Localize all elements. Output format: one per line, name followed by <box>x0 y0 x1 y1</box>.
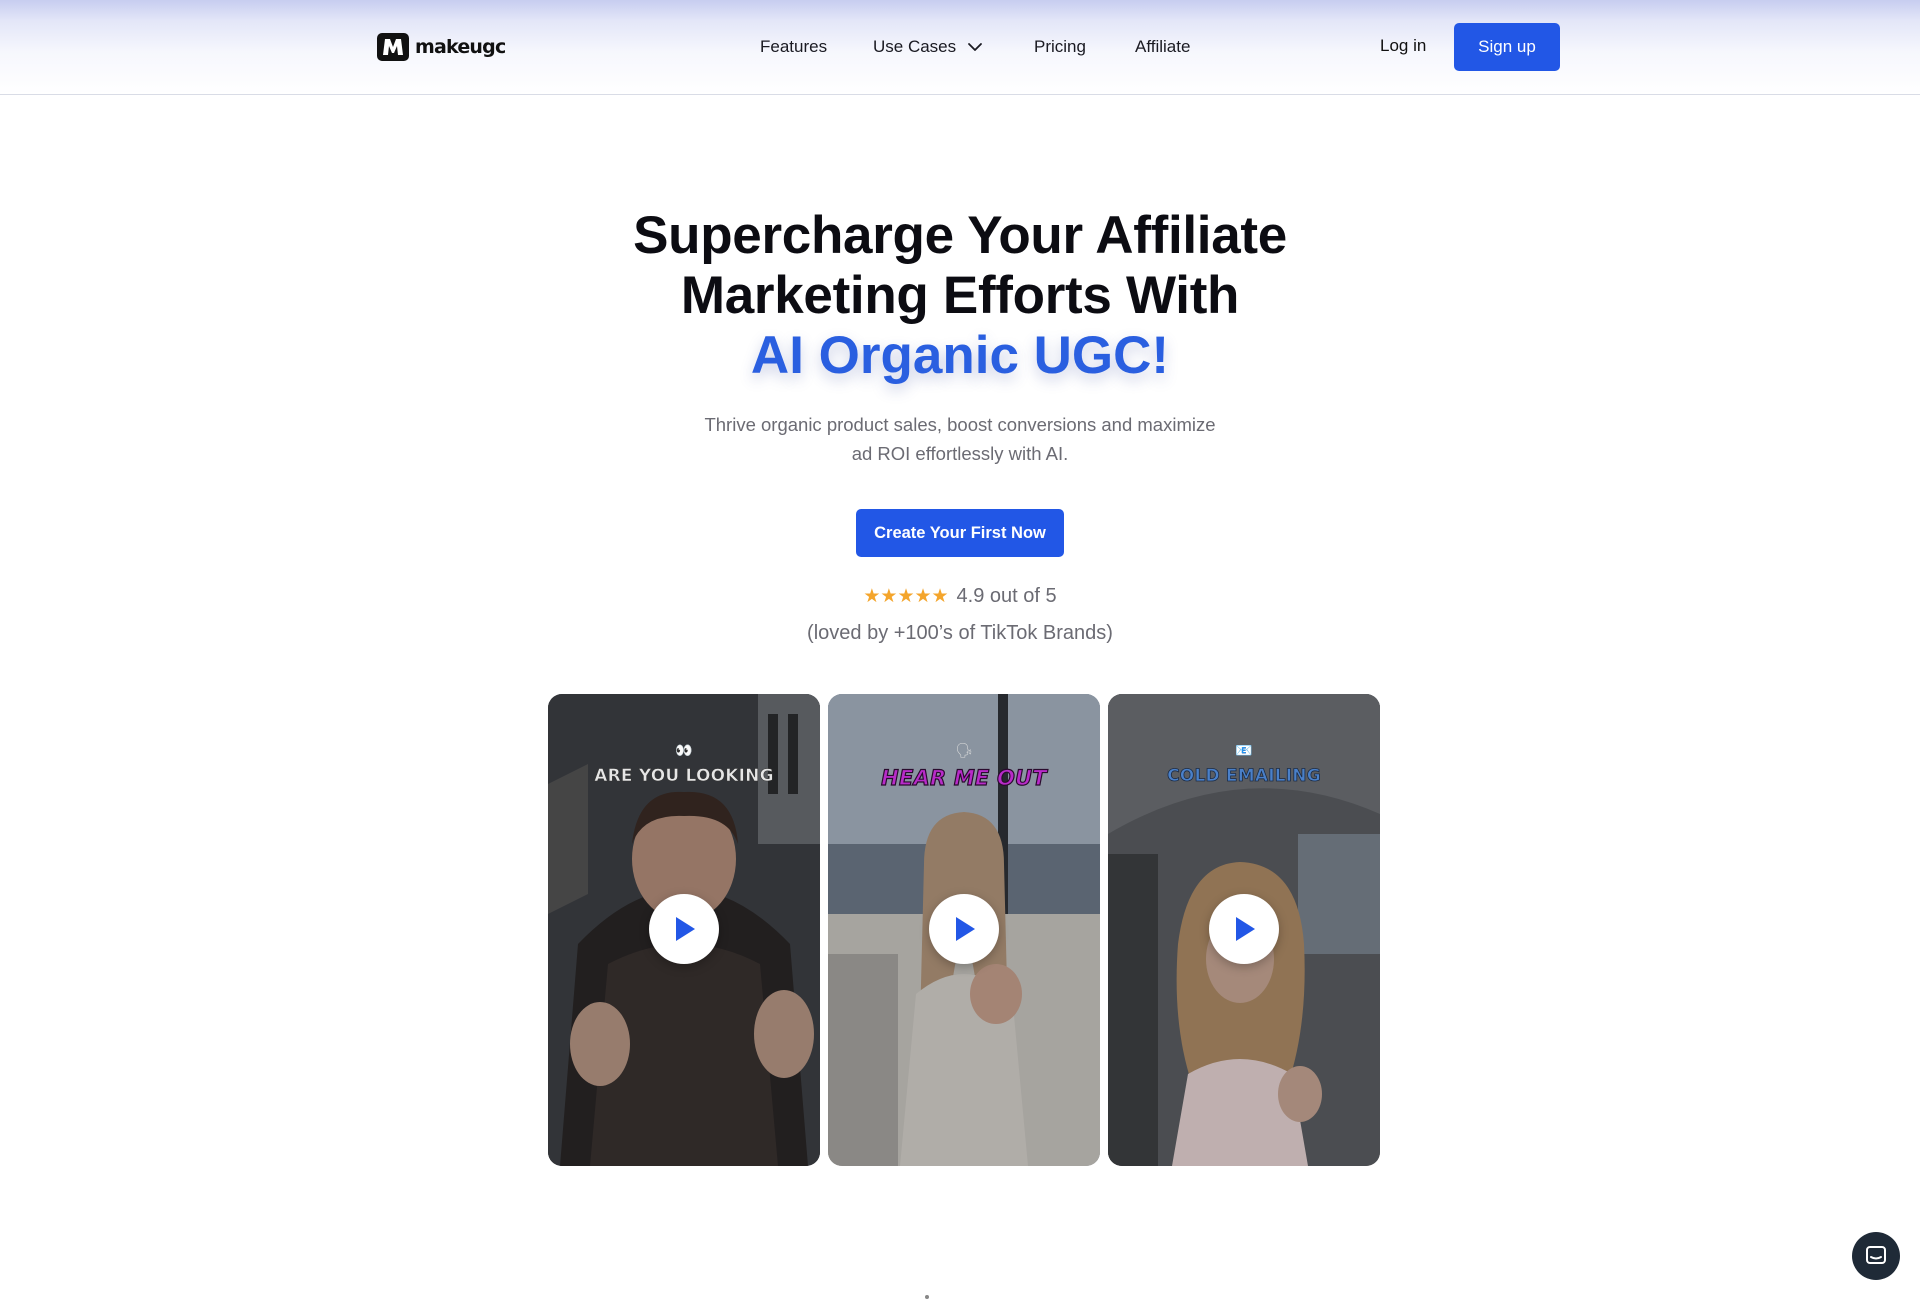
video-card[interactable]: 📧 COLD EMAILING <box>1108 694 1380 1166</box>
video-card[interactable]: 👀 ARE YOU LOOKING <box>548 694 820 1166</box>
hero-title-line-1: Supercharge Your Affiliate <box>633 206 1287 265</box>
logo-text: makeugc <box>415 36 506 58</box>
hero-title-line-2: Marketing Efforts With <box>680 266 1240 325</box>
nav-pricing-link[interactable]: Pricing <box>1034 36 1086 58</box>
nav-affiliate-link[interactable]: Affiliate <box>1135 36 1190 58</box>
chat-widget-button[interactable] <box>1852 1232 1900 1280</box>
caption-emoji: 🗣 <box>955 742 973 758</box>
rating-stars: ★★★★★ <box>863 585 949 607</box>
play-icon <box>1236 917 1255 941</box>
play-button[interactable] <box>649 894 719 964</box>
social-proof-text: (loved by +100’s of TikTok Brands) <box>807 622 1113 644</box>
create-first-button[interactable]: Create Your First Now <box>856 509 1064 557</box>
hero-subtitle: Thrive organic product sales, boost conv… <box>660 410 1260 468</box>
site-header: makeugc Features Use Cases Pricing Affil… <box>0 0 1920 95</box>
caption-emoji: 👀 <box>675 742 693 758</box>
play-icon <box>956 917 975 941</box>
play-icon <box>676 917 695 941</box>
chat-icon <box>1866 1246 1886 1264</box>
video-caption: ARE YOU LOOKING <box>594 766 774 787</box>
rating-text: 4.9 out of 5 <box>956 584 1057 607</box>
caption-emoji: 📧 <box>1235 742 1253 758</box>
chevron-down-icon <box>968 43 983 51</box>
star-rating-icon: ★★★★★ <box>863 584 948 608</box>
login-link[interactable]: Log in <box>1380 36 1426 56</box>
hero-title-accent: AI Organic UGC! <box>750 326 1170 385</box>
nav-use-cases-dropdown[interactable]: Use Cases <box>873 36 984 58</box>
hero-title: Supercharge Your Affiliate Marketing Eff… <box>560 206 1360 326</box>
video-card[interactable]: 🗣 HEAR ME OUT <box>828 694 1100 1166</box>
hero-subtitle-line-2: ad ROI effortlessly with AI. <box>851 443 1069 464</box>
nav-use-cases-label: Use Cases <box>873 37 957 56</box>
play-button[interactable] <box>929 894 999 964</box>
logo[interactable]: makeugc <box>377 32 506 62</box>
rating: ★★★★★ 4.9 out of 5 <box>660 584 1260 608</box>
makeugc-logo-icon <box>377 33 409 61</box>
play-button[interactable] <box>1209 894 1279 964</box>
nav-features-link[interactable]: Features <box>760 36 827 58</box>
decorative-dot <box>925 1295 929 1299</box>
signup-button[interactable]: Sign up <box>1454 23 1560 71</box>
video-caption: COLD EMAILING <box>1167 766 1321 787</box>
hero-subtitle-line-1: Thrive organic product sales, boost conv… <box>704 414 1216 435</box>
video-caption: HEAR ME OUT <box>881 765 1048 790</box>
